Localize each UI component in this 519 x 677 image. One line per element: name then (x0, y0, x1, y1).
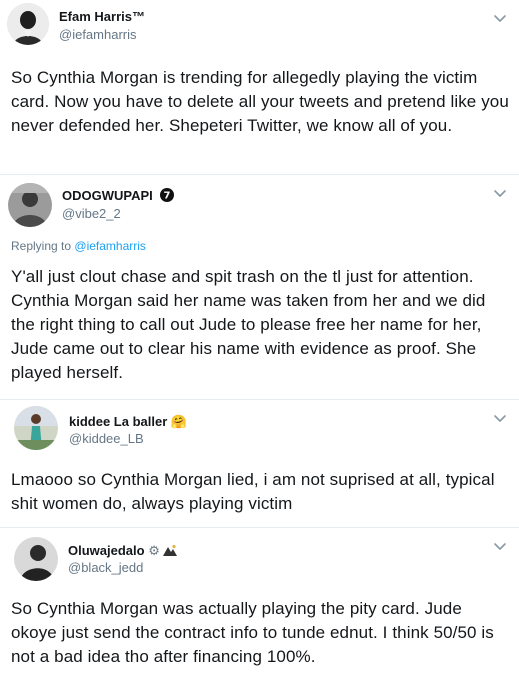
chevron-down-icon[interactable] (492, 412, 508, 426)
display-name-text: Oluwajedalo (68, 543, 145, 558)
badge-number: 7 (164, 191, 171, 202)
tweet-2[interactable]: ODOGWUPAPI 7 @vibe2_2 Replying to @iefam… (0, 175, 519, 400)
number-seven-badge-icon: 7 (160, 188, 175, 205)
avatar[interactable] (14, 406, 58, 450)
avatar[interactable] (14, 537, 58, 581)
display-name[interactable]: Oluwajedalo ⚙ (68, 543, 178, 559)
display-name[interactable]: kiddee La baller 🤗 (69, 414, 187, 430)
tweet-text: Lmaooo so Cynthia Morgan lied, i am not … (11, 470, 495, 513)
tweet-text: So Cynthia Morgan is trending for allege… (11, 68, 509, 135)
display-name-text: kiddee La baller (69, 414, 168, 429)
chevron-down-icon[interactable] (492, 540, 508, 554)
tweet-text: So Cynthia Morgan was actually playing t… (11, 599, 494, 666)
gear-icon: ⚙ (148, 543, 160, 558)
replying-prefix: Replying to (11, 239, 72, 253)
tweet-4[interactable]: Oluwajedalo ⚙ @black_jedd So Cynthia Mor… (0, 528, 519, 677)
chevron-down-icon[interactable] (492, 187, 508, 201)
tweet-1[interactable]: Efam Harris™ @iefamharris So Cynthia Mor… (0, 0, 519, 183)
chevron-down-icon[interactable] (492, 12, 508, 26)
avatar[interactable] (7, 3, 49, 45)
tweet-text: Y'all just clout chase and spit trash on… (11, 267, 486, 382)
hugging-emoji-icon: 🤗 (170, 414, 188, 429)
display-name[interactable]: Efam Harris™ (59, 9, 145, 24)
avatar[interactable] (8, 183, 52, 227)
user-handle[interactable]: @vibe2_2 (62, 206, 121, 221)
user-handle[interactable]: @black_jedd (68, 560, 143, 575)
tweet-3[interactable]: kiddee La baller 🤗 @kiddee_LB Lmaooo so … (0, 400, 519, 528)
mountain-icon (163, 544, 178, 559)
replying-to-link[interactable]: @iefamharris (74, 239, 146, 253)
user-handle[interactable]: @kiddee_LB (69, 431, 144, 446)
replying-to: Replying to @iefamharris (11, 239, 146, 253)
display-name-text: ODOGWUPAPI (62, 188, 153, 203)
user-handle[interactable]: @iefamharris (59, 27, 137, 42)
display-name[interactable]: ODOGWUPAPI 7 (62, 188, 175, 205)
